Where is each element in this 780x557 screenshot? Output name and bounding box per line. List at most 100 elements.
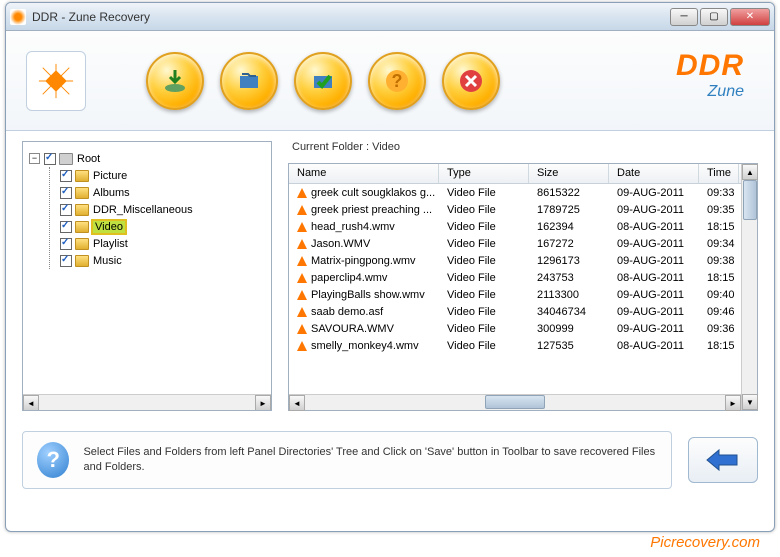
help-button[interactable]: ? [368,52,426,110]
cell-size: 162394 [529,221,609,233]
minimize-button[interactable]: ─ [670,8,698,26]
col-date[interactable]: Date [609,164,699,183]
tree-checkbox[interactable] [60,187,72,199]
check-icon [310,68,336,94]
tree-checkbox[interactable] [60,238,72,250]
folder-icon [75,187,89,199]
list-scrollbar-h[interactable]: ◄ ► [289,394,741,410]
tree-item[interactable]: Video [60,218,265,235]
svg-text:?: ? [392,71,403,91]
current-folder-label: Current Folder : Video [288,141,758,153]
logo-button[interactable] [26,51,86,111]
col-type[interactable]: Type [439,164,529,183]
tree-item[interactable]: Albums [60,184,265,201]
col-name[interactable]: Name [289,164,439,183]
cell-date: 09-AUG-2011 [609,306,699,318]
scroll-up-button[interactable]: ▲ [742,164,758,180]
tree-checkbox[interactable] [44,153,56,165]
list-row[interactable]: greek priest preaching ...Video File1789… [289,201,741,218]
tree-label[interactable]: Music [93,255,122,267]
list-row[interactable]: greek cult sougklakos g...Video File8615… [289,184,741,201]
scroll-track[interactable] [305,395,725,410]
header-toolbar: ? DDR Zune [6,31,774,131]
tree-label[interactable]: Root [77,153,100,165]
tree-checkbox[interactable] [60,255,72,267]
tree-label[interactable]: Albums [93,187,130,199]
list-header: Name Type Size Date Time [289,164,741,184]
tree-label[interactable]: DDR_Miscellaneous [93,204,193,216]
cell-name: Matrix-pingpong.wmv [289,255,439,267]
save-button[interactable] [146,52,204,110]
tree-root[interactable]: − Root [29,150,265,167]
cell-type: Video File [439,340,529,352]
cell-time: 09:38 [699,255,739,267]
cell-type: Video File [439,255,529,267]
video-icon [297,341,307,351]
cell-name: head_rush4.wmv [289,221,439,233]
titlebar: DDR - Zune Recovery ─ ▢ ✕ [6,3,774,31]
list-row[interactable]: Matrix-pingpong.wmvVideo File129617309-A… [289,252,741,269]
list-row[interactable]: head_rush4.wmvVideo File16239408-AUG-201… [289,218,741,235]
folder-icon [75,204,89,216]
back-button[interactable] [688,437,758,483]
tree-label[interactable]: Video [93,221,125,233]
info-icon: ? [37,442,69,478]
tree-checkbox[interactable] [60,204,72,216]
tree-checkbox[interactable] [60,170,72,182]
cell-name: PlayingBalls show.wmv [289,289,439,301]
open-button[interactable] [220,52,278,110]
scroll-track[interactable] [39,395,255,410]
list-row[interactable]: smelly_monkey4.wmvVideo File12753508-AUG… [289,337,741,354]
tree-toggle[interactable]: − [29,153,40,164]
col-time[interactable]: Time [699,164,739,183]
video-icon [297,222,307,232]
col-size[interactable]: Size [529,164,609,183]
cell-time: 18:15 [699,272,739,284]
tree-scrollbar-h[interactable]: ◄ ► [23,394,271,410]
maximize-button[interactable]: ▢ [700,8,728,26]
cell-size: 300999 [529,323,609,335]
folder-icon [75,221,89,233]
scroll-thumb[interactable] [485,395,545,409]
video-icon [297,307,307,317]
cell-time: 09:40 [699,289,739,301]
check-button[interactable] [294,52,352,110]
cancel-button[interactable] [442,52,500,110]
list-row[interactable]: paperclip4.wmvVideo File24375308-AUG-201… [289,269,741,286]
cell-size: 34046734 [529,306,609,318]
tree-checkbox[interactable] [60,221,72,233]
list-scrollbar-v[interactable]: ▲ ▼ [741,164,757,410]
video-icon [297,188,307,198]
cell-time: 09:33 [699,187,739,199]
scroll-thumb[interactable] [743,180,757,220]
cell-time: 09:46 [699,306,739,318]
cell-type: Video File [439,238,529,250]
tree-label[interactable]: Playlist [93,238,128,250]
scroll-left-button[interactable]: ◄ [23,395,39,411]
tree-item[interactable]: Picture [60,167,265,184]
tree-panel: − Root Picture Albums DDR_Miscellaneous Vid… [22,141,272,411]
scroll-right-button[interactable]: ► [255,395,271,411]
close-button[interactable]: ✕ [730,8,770,26]
cell-date: 08-AUG-2011 [609,272,699,284]
cell-name: paperclip4.wmv [289,272,439,284]
list-row[interactable]: PlayingBalls show.wmvVideo File211330009… [289,286,741,303]
scroll-left-button[interactable]: ◄ [289,395,305,410]
scroll-track[interactable] [742,180,757,394]
cell-time: 09:36 [699,323,739,335]
tree-label[interactable]: Picture [93,170,127,182]
cell-date: 09-AUG-2011 [609,187,699,199]
scroll-right-button[interactable]: ► [725,395,741,410]
list-row[interactable]: Jason.WMVVideo File16727209-AUG-201109:3… [289,235,741,252]
list-row[interactable]: SAVOURA.WMVVideo File30099909-AUG-201109… [289,320,741,337]
video-icon [297,205,307,215]
cell-size: 8615322 [529,187,609,199]
watermark: Picrecovery.com [650,534,760,551]
tree-item[interactable]: Music [60,252,265,269]
tree-item[interactable]: DDR_Miscellaneous [60,201,265,218]
list-row[interactable]: saab demo.asfVideo File3404673409-AUG-20… [289,303,741,320]
cell-time: 18:15 [699,340,739,352]
scroll-down-button[interactable]: ▼ [742,394,758,410]
cell-name: smelly_monkey4.wmv [289,340,439,352]
tree-item[interactable]: Playlist [60,235,265,252]
